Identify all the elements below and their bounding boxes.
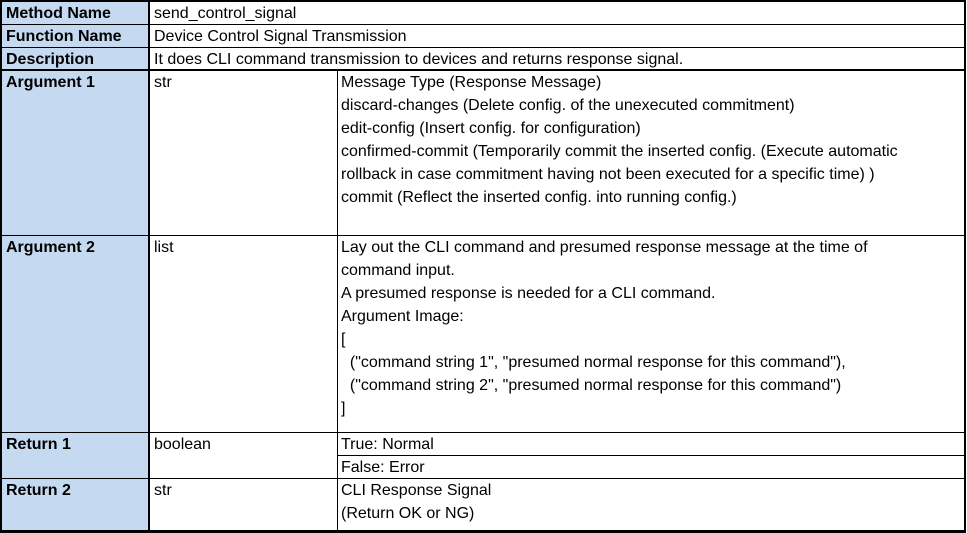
text-line: edit-config (Insert config. for configur…: [341, 120, 641, 137]
function-name-value: Device Control Signal Transmission: [150, 25, 966, 48]
text-line: A presumed response is needed for a CLI …: [341, 285, 716, 302]
text-line: ("command string 1", "presumed normal re…: [341, 354, 846, 371]
description-label: Description: [0, 48, 150, 71]
return-1-label: Return 1: [0, 433, 150, 479]
argument-1-description: Message Type (Response Message) discard-c…: [338, 71, 966, 236]
text-line: ("command string 2", "presumed normal re…: [341, 377, 842, 394]
argument-2-description: Lay out the CLI command and presumed res…: [338, 236, 966, 433]
text-line: Message Type (Response Message): [341, 74, 602, 91]
text-line: discard-changes (Delete config. of the u…: [341, 97, 795, 114]
return-1-type: boolean: [150, 433, 338, 479]
return-1-true: True: Normal: [338, 433, 966, 456]
description-value: It does CLI command transmission to devi…: [150, 48, 966, 71]
text-line: CLI Response Signal: [341, 482, 492, 499]
text-line: Argument Image:: [341, 308, 464, 325]
argument-2-label: Argument 2: [0, 236, 150, 433]
text-line: command input.: [341, 262, 455, 279]
text-line: rollback in case commitment having not b…: [341, 166, 875, 183]
method-name-label: Method Name: [0, 0, 150, 25]
return-2-type: str: [150, 479, 338, 533]
text-line: Lay out the CLI command and presumed res…: [341, 239, 868, 256]
text-line: [: [341, 331, 346, 348]
argument-2-type: list: [150, 236, 338, 433]
argument-1-type: str: [150, 71, 338, 236]
return-2-label: Return 2: [0, 479, 150, 533]
return-1-false: False: Error: [338, 456, 966, 479]
function-name-label: Function Name: [0, 25, 150, 48]
text-line: commit (Reflect the inserted config. int…: [341, 189, 737, 206]
argument-1-label: Argument 1: [0, 71, 150, 236]
method-name-value: send_control_signal: [150, 0, 966, 25]
return-2-description: CLI Response Signal (Return OK or NG): [338, 479, 966, 533]
text-line: (Return OK or NG): [341, 505, 475, 522]
text-line: ]: [341, 400, 346, 417]
text-line: confirmed-commit (Temporarily commit the…: [341, 143, 898, 160]
